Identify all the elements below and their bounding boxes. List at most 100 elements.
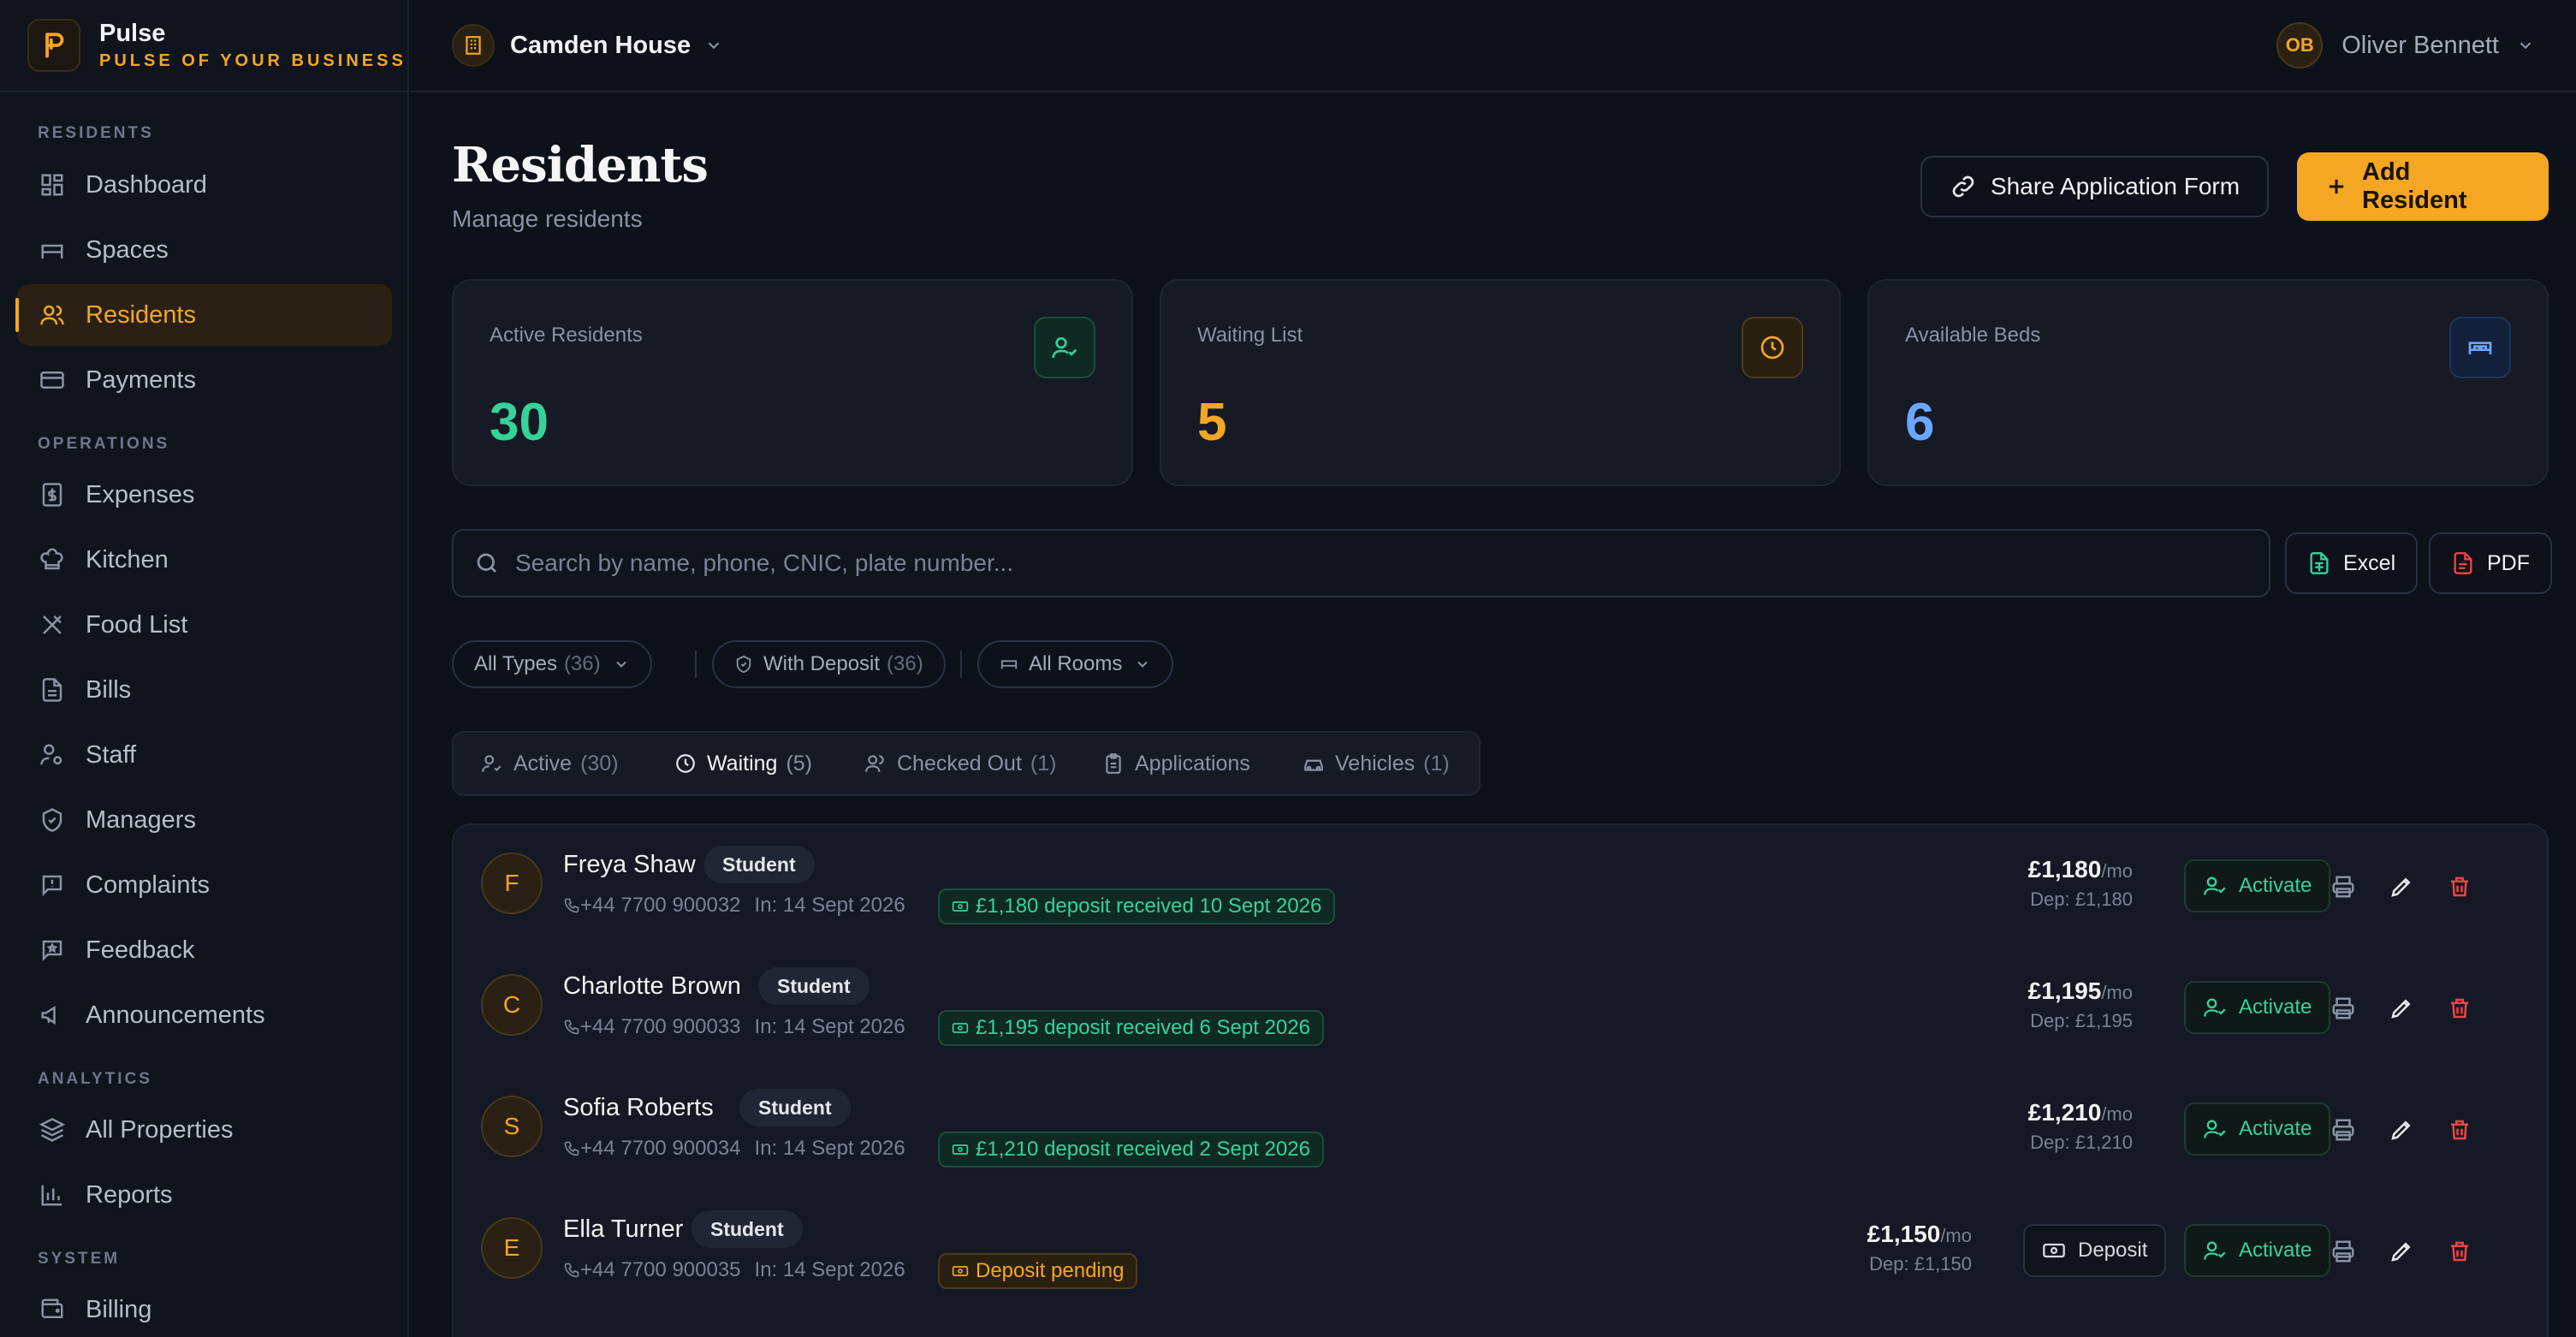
resident-checkin: In: 14 Sept 2026 — [754, 894, 905, 917]
print-icon[interactable] — [2326, 1113, 2360, 1147]
sidebar-item-complaints[interactable]: Complaints — [17, 854, 392, 916]
sidebar-item-label: Spaces — [86, 235, 169, 264]
sidebar-item-payments[interactable]: Payments — [17, 349, 392, 411]
edit-icon[interactable] — [2384, 1234, 2419, 1269]
share-application-form-button[interactable]: Share Application Form — [1920, 156, 2270, 217]
stat-value: 30 — [490, 393, 549, 452]
deposit-amount: Dep: £1,150 — [1869, 1253, 1972, 1275]
spreadsheet-icon — [2307, 551, 2331, 575]
sidebar-item-label: Residents — [86, 300, 196, 329]
deposit-status-badge: Deposit pending — [938, 1253, 1138, 1289]
tab-active[interactable]: Active (30) — [481, 733, 619, 794]
activate-button[interactable]: Activate — [2184, 859, 2331, 912]
delete-icon[interactable] — [2442, 991, 2477, 1025]
search-input[interactable] — [515, 550, 2141, 577]
filter-all-rooms[interactable]: All Rooms — [977, 640, 1174, 688]
activate-label: Activate — [2239, 1239, 2312, 1262]
deposit-button[interactable]: Deposit — [2023, 1224, 2167, 1277]
sidebar-item-label: Feedback — [86, 936, 195, 964]
user-check-icon — [481, 752, 503, 775]
add-resident-button[interactable]: Add Resident — [2297, 152, 2549, 221]
stat-card-waiting-list: Waiting List 5 — [1160, 279, 1841, 486]
phone-icon — [563, 1019, 580, 1036]
tab-count: (1) — [1423, 751, 1450, 775]
list-item[interactable]: S Sofia Roberts Student +44 7700 900034 … — [454, 1068, 2547, 1190]
rent-amount: £1,180 — [2027, 856, 2102, 882]
banknote-icon — [952, 1019, 969, 1037]
delete-icon[interactable] — [2442, 1113, 2477, 1147]
chevron-down-icon — [704, 36, 723, 55]
clock-icon — [674, 752, 697, 775]
activate-button[interactable]: Activate — [2184, 981, 2331, 1034]
list-item[interactable]: F Freya Shaw Student +44 7700 900032 In:… — [454, 825, 2547, 947]
sidebar-item-label: Dashboard — [86, 170, 207, 199]
sidebar-item-bills[interactable]: Bills — [17, 659, 392, 721]
edit-icon[interactable] — [2384, 870, 2419, 904]
deposit-status-text: £1,180 deposit received 10 Sept 2026 — [976, 894, 1322, 918]
filter-label: With Deposit — [763, 652, 881, 675]
credit-card-icon — [38, 365, 67, 395]
phone-icon — [563, 1262, 580, 1279]
tab-label: Vehicles — [1335, 751, 1416, 775]
page-title: Residents — [452, 137, 709, 193]
sidebar-item-managers[interactable]: Managers — [17, 789, 392, 851]
tab-waiting[interactable]: Waiting (5) — [674, 733, 812, 794]
user-menu[interactable]: OB Oliver Bennett — [2276, 22, 2535, 68]
list-item[interactable]: C Charlotte Brown Student +44 7700 90003… — [454, 947, 2547, 1068]
resident-type-badge: Student — [739, 1089, 851, 1126]
filter-divider — [960, 651, 962, 678]
deposit-status-badge: £1,210 deposit received 2 Sept 2026 — [938, 1132, 1324, 1168]
tab-count: (30) — [580, 751, 619, 775]
list-item[interactable]: E Ella Turner Student +44 7700 900035 In… — [454, 1190, 2547, 1311]
edit-icon[interactable] — [2384, 991, 2419, 1025]
activate-button[interactable]: Activate — [2184, 1224, 2331, 1277]
banknote-icon — [952, 1263, 969, 1280]
sidebar-item-staff[interactable]: Staff — [17, 724, 392, 786]
tab-label: Applications — [1135, 751, 1250, 775]
wallet-icon — [38, 1295, 67, 1324]
sidebar-item-residents[interactable]: Residents — [15, 284, 392, 346]
sidebar-item-label: Reports — [86, 1180, 173, 1209]
sidebar-item-food-list[interactable]: Food List — [17, 594, 392, 656]
sidebar-item-all-properties[interactable]: All Properties — [17, 1099, 392, 1161]
filter-with-deposit[interactable]: With Deposit (36) — [712, 640, 946, 688]
resident-meta: +44 7700 900035 In: 14 Sept 2026 — [563, 1258, 905, 1282]
sidebar-item-spaces[interactable]: Spaces — [17, 219, 392, 281]
activate-button[interactable]: Activate — [2184, 1102, 2331, 1156]
search-bar[interactable] — [452, 529, 2270, 597]
sidebar-item-billing[interactable]: Billing — [17, 1279, 392, 1337]
clock-icon — [1742, 317, 1803, 378]
print-icon[interactable] — [2326, 1234, 2360, 1269]
print-icon[interactable] — [2326, 870, 2360, 904]
nav-section-analytics: ANALYTICS — [38, 1070, 152, 1088]
stat-card-available-beds: Available Beds 6 — [1867, 279, 2549, 486]
export-excel-button[interactable]: Excel — [2285, 532, 2419, 594]
print-icon[interactable] — [2326, 991, 2360, 1025]
sidebar-item-expenses[interactable]: Expenses — [17, 464, 392, 526]
resident-meta: +44 7700 900033 In: 14 Sept 2026 — [563, 1015, 905, 1039]
tab-applications[interactable]: Applications — [1102, 733, 1250, 794]
property-selector[interactable]: Camden House — [452, 24, 723, 67]
sidebar-item-feedback[interactable]: Feedback — [17, 919, 392, 981]
rent-period: /mo — [2101, 860, 2133, 882]
rent-amount: £1,150 — [1867, 1221, 1941, 1247]
sidebar-item-kitchen[interactable]: Kitchen — [17, 529, 392, 591]
delete-icon[interactable] — [2442, 1234, 2477, 1269]
banknote-icon — [952, 898, 969, 915]
tab-checked-out[interactable]: Checked Out (1) — [864, 733, 1056, 794]
tab-vehicles[interactable]: Vehicles (1) — [1303, 733, 1450, 794]
export-pdf-button[interactable]: PDF — [2429, 532, 2552, 594]
sidebar-item-announcements[interactable]: Announcements — [17, 984, 392, 1046]
avatar: F — [481, 853, 543, 914]
sidebar-item-label: Billing — [86, 1295, 152, 1323]
delete-icon[interactable] — [2442, 870, 2477, 904]
resident-checkin: In: 14 Sept 2026 — [754, 1258, 905, 1281]
deposit-status-text: £1,195 deposit received 6 Sept 2026 — [976, 1016, 1310, 1039]
resident-type-badge: Student — [703, 846, 815, 883]
sidebar-item-dashboard[interactable]: Dashboard — [17, 154, 392, 216]
sidebar-item-reports[interactable]: Reports — [17, 1164, 392, 1226]
filter-all-types[interactable]: All Types (36) — [452, 640, 652, 688]
phone-icon — [563, 1140, 580, 1157]
sidebar-item-label: Expenses — [86, 480, 195, 508]
edit-icon[interactable] — [2384, 1113, 2419, 1147]
